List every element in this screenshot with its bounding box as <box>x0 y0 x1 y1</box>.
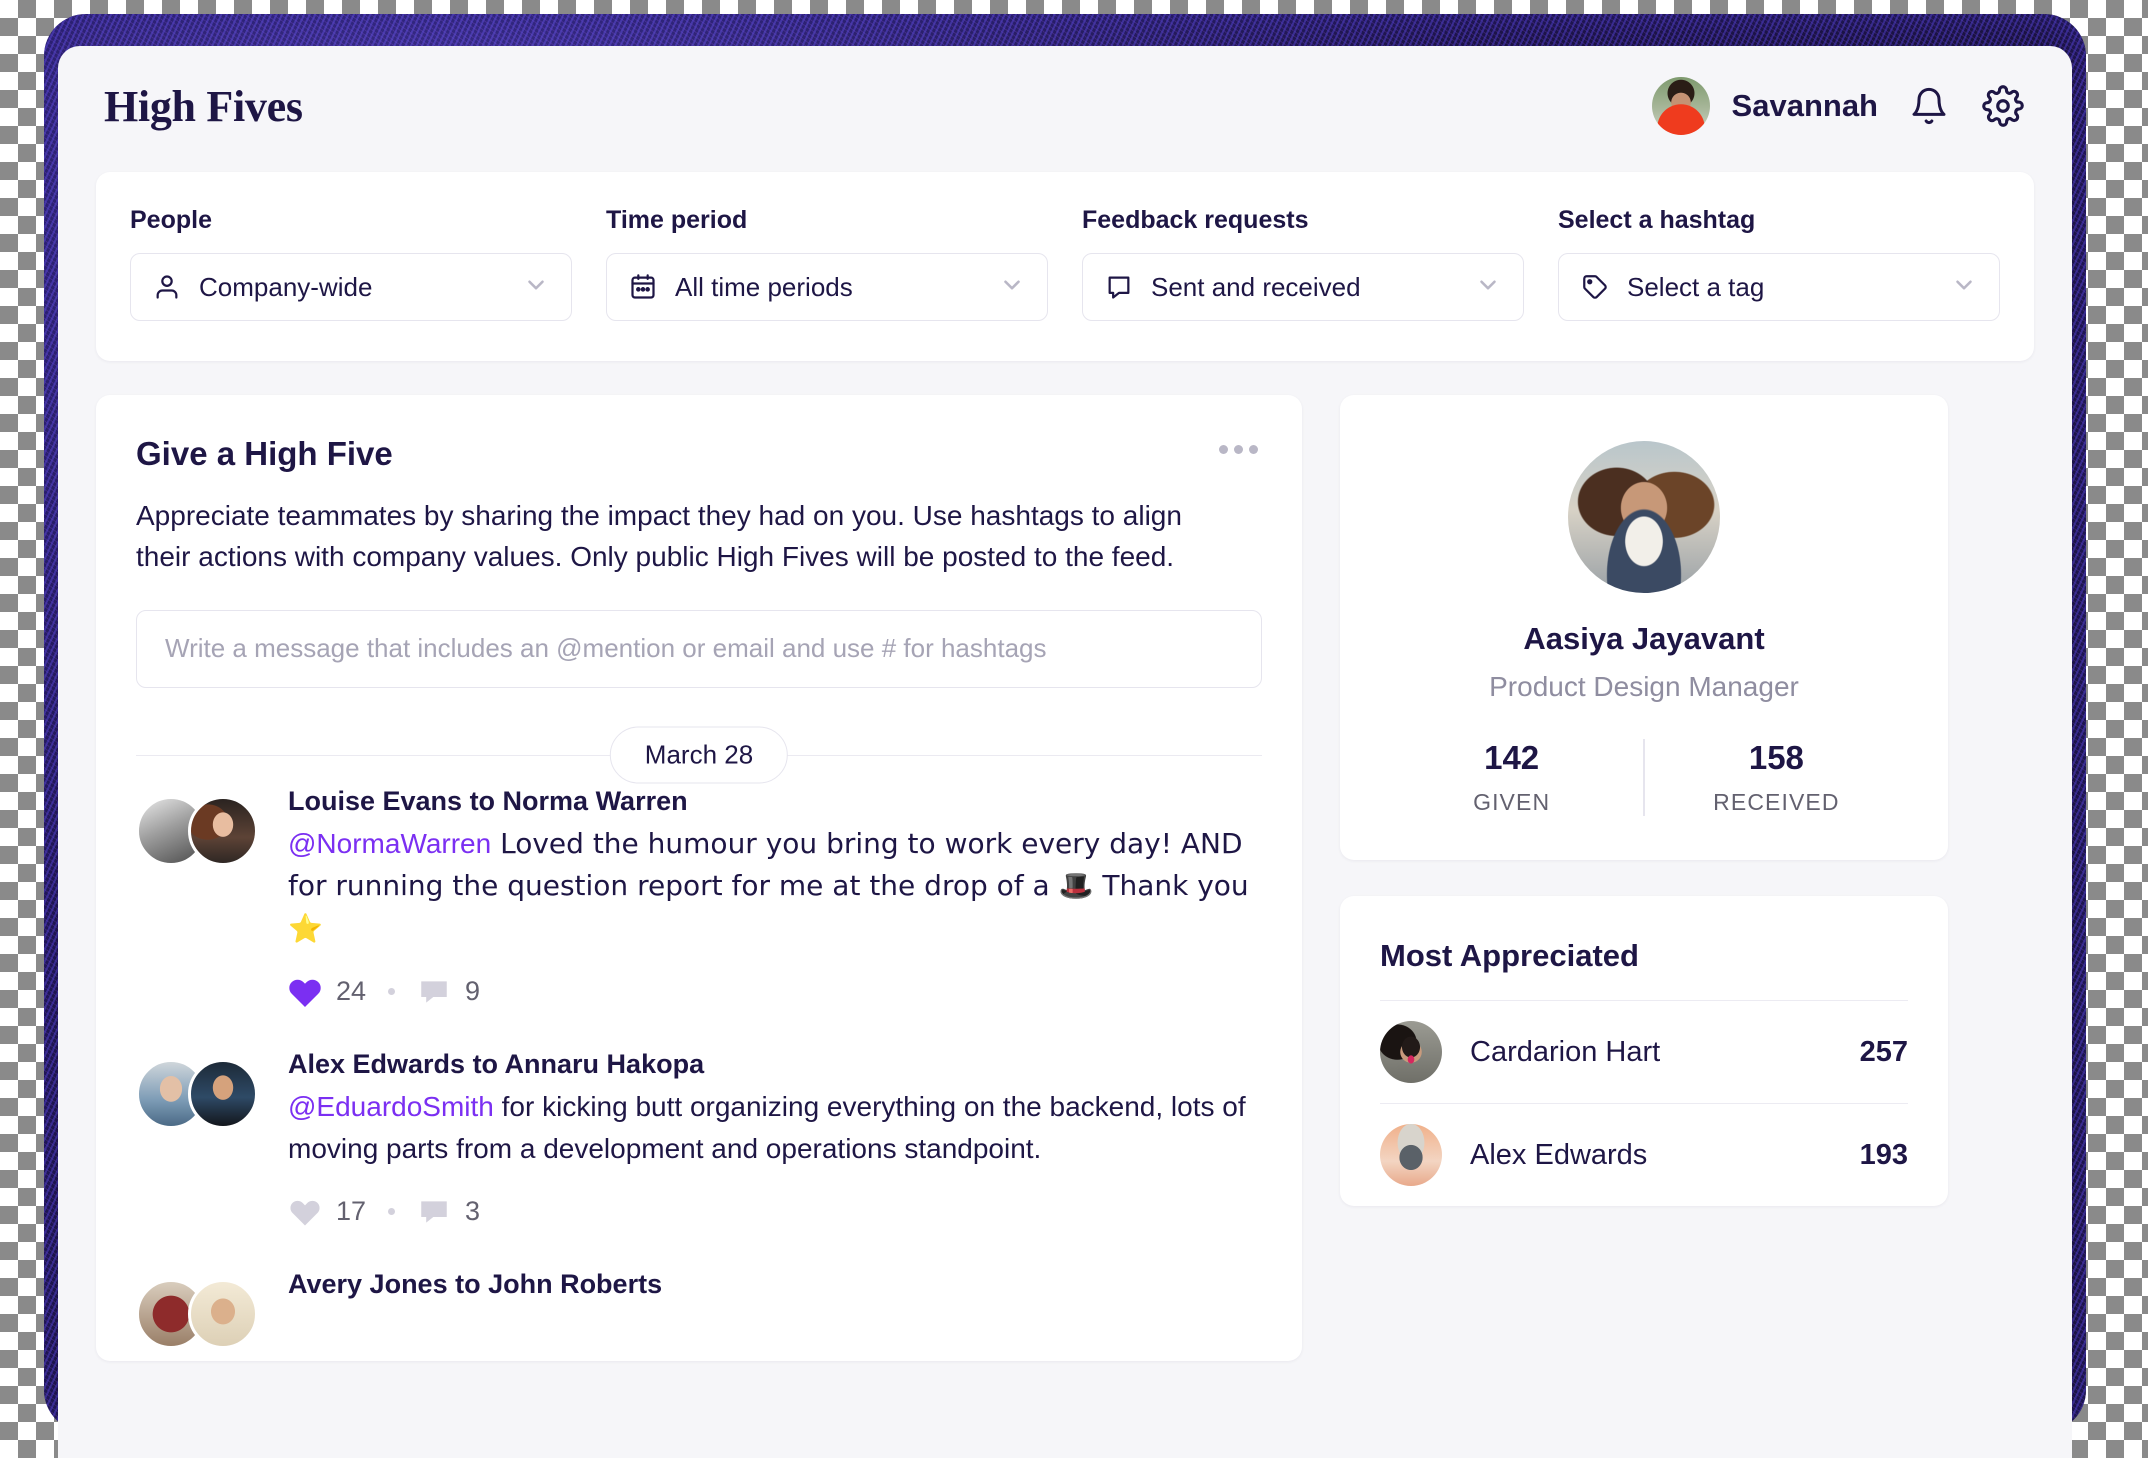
user-menu[interactable]: Savannah <box>1651 77 1878 135</box>
list-item-name: Cardarion Hart <box>1470 1035 1661 1068</box>
heart-outline-icon <box>290 1200 320 1226</box>
filter-label-hashtag: Select a hashtag <box>1558 206 1756 234</box>
chevron-down-icon <box>523 272 549 303</box>
filter-label-time-period: Time period <box>606 206 748 234</box>
feed-post: Alex Edwards to Annaru Hakopa @EduardoSm… <box>96 1049 1302 1263</box>
profile-card: Aasiya Jayavant Product Design Manager 1… <box>1340 395 1948 860</box>
hashtag-select[interactable]: Select a tag <box>1558 253 2000 321</box>
post-avatars[interactable] <box>136 1058 288 1135</box>
avatar <box>1380 1124 1442 1186</box>
people-select[interactable]: Company-wide <box>130 253 572 321</box>
chevron-down-icon <box>1951 272 1977 303</box>
like-count: 17 <box>336 1196 367 1227</box>
give-high-five-header: Give a High Five Appreciate teammates by… <box>96 395 1302 786</box>
avatar <box>1651 77 1710 135</box>
avatar <box>188 1278 258 1349</box>
heart-filled-icon <box>289 979 321 1007</box>
avatar <box>188 795 258 866</box>
profile-stats: 142 GIVEN 158 RECEIVED <box>1380 739 1908 816</box>
message-input[interactable]: Write a message that includes an @mentio… <box>136 609 1262 688</box>
list-item-score: 193 <box>1859 1138 1908 1171</box>
people-select-value: Company-wide <box>199 271 373 302</box>
feedback-requests-select-value: Sent and received <box>1151 271 1361 302</box>
list-item-score: 257 <box>1859 1035 1908 1068</box>
stat-given-value: 142 <box>1484 739 1540 776</box>
more-options-icon[interactable] <box>1215 435 1262 464</box>
profile-name: Aasiya Jayavant <box>1523 621 1765 656</box>
like-button[interactable]: 24 <box>288 975 366 1009</box>
separator-dot <box>388 1208 396 1216</box>
gear-icon <box>1982 85 2024 127</box>
filter-hashtag: Select a hashtag Select a tag <box>1558 206 2000 321</box>
filter-label-people: People <box>130 206 212 234</box>
post-text: @NormaWarren Loved the humour you bring … <box>288 823 1262 951</box>
stat-given: 142 GIVEN <box>1380 739 1643 816</box>
avatar <box>1380 1021 1442 1083</box>
profile-avatar <box>1568 441 1720 593</box>
post-actions: 24 9 <box>288 975 1262 1043</box>
post-title: Louise Evans to Norma Warren <box>288 785 688 816</box>
post-text: @EduardoSmith for kicking butt organizin… <box>288 1086 1262 1171</box>
time-period-select-value: All time periods <box>675 271 853 302</box>
hashtag-select-value: Select a tag <box>1627 271 1765 302</box>
most-appreciated-card: Most Appreciated Cardarion Hart 257 Alex… <box>1340 896 1948 1206</box>
give-high-five-title: Give a High Five <box>136 435 393 472</box>
give-high-five-card: Give a High Five Appreciate teammates by… <box>96 395 1302 1361</box>
notifications-button[interactable] <box>1906 83 1952 129</box>
feedback-requests-select[interactable]: Sent and received <box>1082 253 1524 321</box>
filter-time-period: Time period All time periods <box>606 206 1048 321</box>
stat-received-value: 158 <box>1748 739 1804 776</box>
filter-label-feedback-requests: Feedback requests <box>1082 206 1309 234</box>
stat-received-label: RECEIVED <box>1713 789 1840 815</box>
comment-button[interactable]: 3 <box>417 1195 480 1229</box>
page-title: High Fives <box>104 81 303 131</box>
avatar <box>188 1058 258 1129</box>
post-actions: 17 3 <box>288 1195 1262 1263</box>
like-count: 24 <box>336 976 367 1007</box>
separator-dot <box>388 988 396 996</box>
like-button[interactable]: 17 <box>288 1195 366 1229</box>
stat-received: 158 RECEIVED <box>1645 739 1908 816</box>
post-mention[interactable]: @NormaWarren <box>288 828 491 859</box>
sidebar: Aasiya Jayavant Product Design Manager 1… <box>1340 395 1948 1206</box>
post-title: Alex Edwards to Annaru Hakopa <box>288 1048 705 1079</box>
filter-bar: People Company-wide Time period All time… <box>96 172 2034 361</box>
stat-given-label: GIVEN <box>1473 789 1551 815</box>
main-content: Give a High Five Appreciate teammates by… <box>96 395 2034 1361</box>
comment-count: 9 <box>465 976 481 1007</box>
person-icon <box>153 273 181 301</box>
app-window: High Fives Savannah People Company-wide … <box>58 46 2072 1458</box>
chevron-down-icon <box>1475 272 1501 303</box>
post-title: Avery Jones to John Roberts <box>288 1268 663 1299</box>
chevron-down-icon <box>999 272 1025 303</box>
comment-icon <box>421 1200 447 1223</box>
list-item[interactable]: Cardarion Hart 257 <box>1380 1000 1908 1103</box>
comment-button[interactable]: 9 <box>417 975 480 1009</box>
profile-role: Product Design Manager <box>1489 671 1799 702</box>
give-high-five-description: Appreciate teammates by sharing the impa… <box>136 500 1182 573</box>
tag-icon <box>1581 273 1609 301</box>
calendar-icon <box>629 273 657 301</box>
post-avatars[interactable] <box>136 795 288 872</box>
date-chip: March 28 <box>609 726 789 784</box>
feed-post: Louise Evans to Norma Warren @NormaWarre… <box>96 786 1302 1043</box>
comment-icon <box>1105 273 1133 301</box>
list-item[interactable]: Alex Edwards 193 <box>1380 1103 1908 1206</box>
list-item-name: Alex Edwards <box>1470 1138 1648 1171</box>
post-avatars[interactable] <box>136 1278 288 1355</box>
comment-count: 3 <box>465 1196 481 1227</box>
header-actions: Savannah <box>1651 77 2026 135</box>
date-divider: March 28 <box>136 724 1262 786</box>
app-header: High Fives Savannah <box>58 46 2072 166</box>
filter-feedback-requests: Feedback requests Sent and received <box>1082 206 1524 321</box>
bell-icon <box>1912 87 1946 125</box>
time-period-select[interactable]: All time periods <box>606 253 1048 321</box>
feed-post: Avery Jones to John Roberts <box>96 1269 1302 1355</box>
filter-people: People Company-wide <box>130 206 572 321</box>
comment-icon <box>421 980 447 1003</box>
most-appreciated-title: Most Appreciated <box>1380 938 1639 973</box>
post-mention[interactable]: @EduardoSmith <box>288 1091 494 1122</box>
settings-button[interactable] <box>1980 83 2026 129</box>
user-name: Savannah <box>1731 88 1878 123</box>
